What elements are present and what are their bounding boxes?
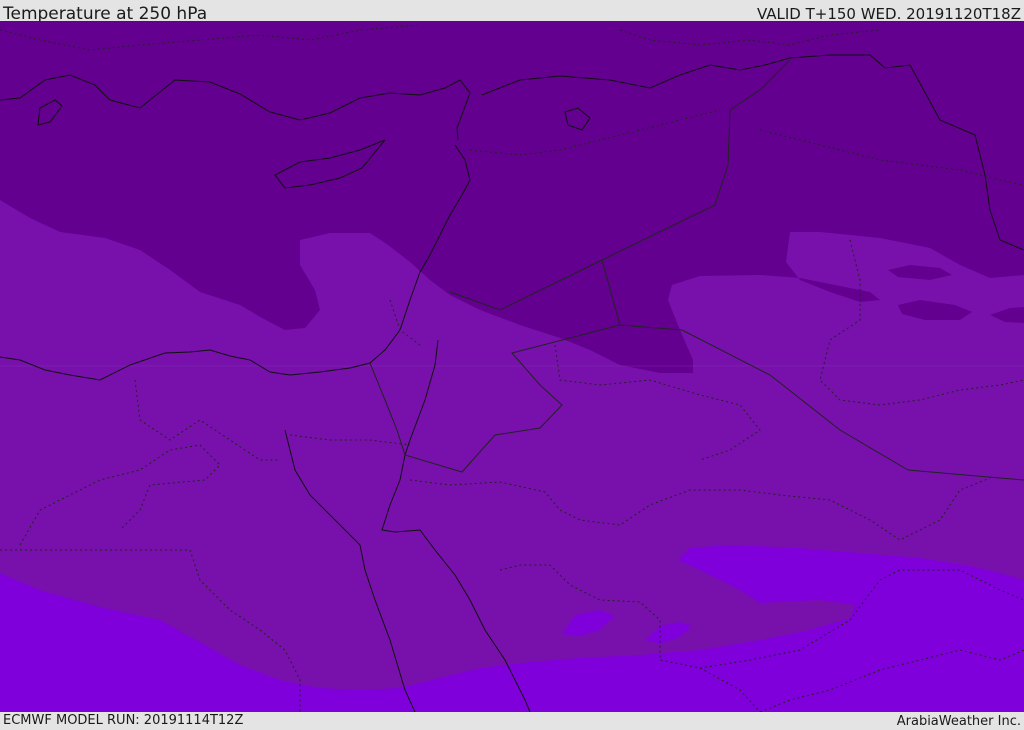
footer-bar: ECMWF MODEL RUN: 20191114T12Z ArabiaWeat…: [0, 712, 1024, 729]
header-bar: Temperature at 250 hPa VALID T+150 WED. …: [0, 0, 1024, 24]
model-run: ECMWF MODEL RUN: 20191114T12Z: [3, 713, 244, 728]
temperature-map[interactable]: [0, 21, 1024, 712]
credit-text: ArabiaWeather Inc.: [896, 714, 1021, 729]
